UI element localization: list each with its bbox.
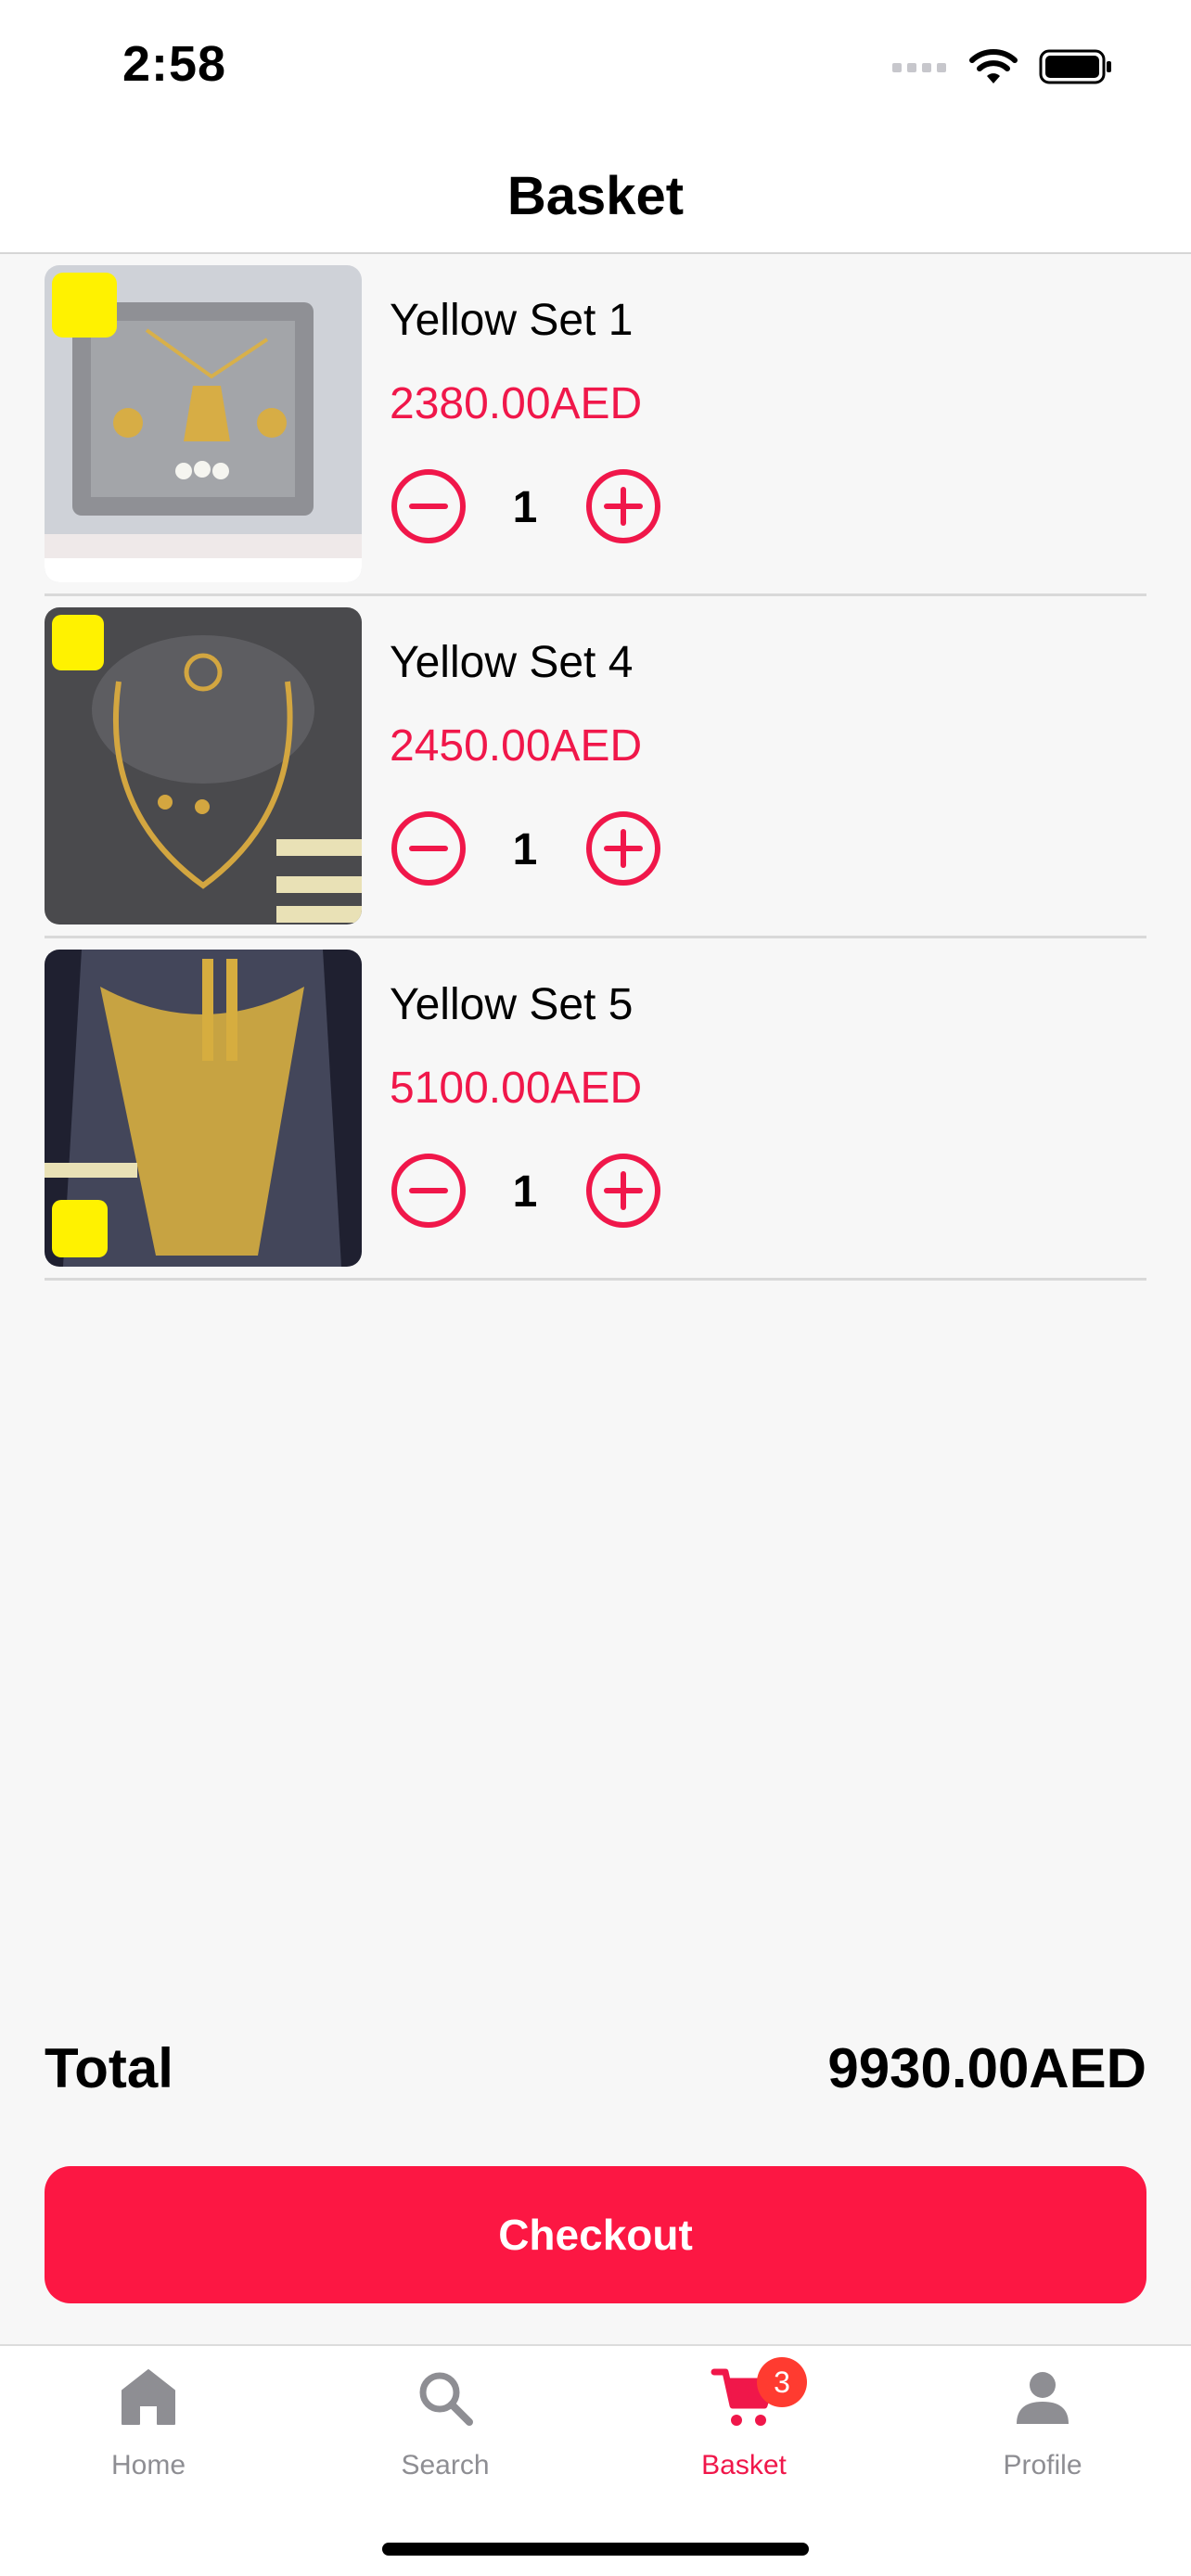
- tab-label: Home: [110, 2450, 186, 2480]
- home-icon: [122, 2369, 175, 2425]
- tab-label: Basket: [701, 2450, 787, 2480]
- checkout-button[interactable]: Checkout: [45, 2166, 1146, 2303]
- tab-search[interactable]: Search: [352, 2365, 538, 2504]
- product-image[interactable]: [45, 265, 362, 582]
- total-value: 9930.00AED: [827, 2036, 1146, 2099]
- item-name: Yellow Set 1: [390, 296, 634, 345]
- status-bar: 2:58: [0, 0, 1191, 139]
- status-time: 2:58: [122, 36, 227, 92]
- status-icons: [892, 46, 1113, 87]
- product-image[interactable]: [45, 607, 362, 925]
- minus-circle-icon[interactable]: [390, 1152, 467, 1230]
- item-price: 2450.00AED: [390, 721, 643, 771]
- total-row: Total 9930.00AED: [45, 2031, 1146, 2105]
- page-title: Basket: [506, 165, 685, 226]
- quantity-value: 1: [512, 483, 538, 532]
- minus-circle-icon[interactable]: [390, 467, 467, 545]
- item-price: 2380.00AED: [390, 379, 643, 428]
- basket-list: Yellow Set 1 2380.00AED 1 Yellow Set 4 2…: [45, 254, 1146, 1281]
- cart-icon-wrap: 3: [711, 2357, 807, 2431]
- item-name: Yellow Set 5: [390, 980, 634, 1029]
- total-label: Total: [45, 2036, 173, 2099]
- minus-circle-icon[interactable]: [390, 810, 467, 887]
- nav-header: Basket: [0, 139, 1191, 254]
- wifi-icon: [969, 49, 1018, 83]
- plus-circle-icon[interactable]: [584, 1152, 662, 1230]
- plus-circle-icon[interactable]: [584, 810, 662, 887]
- tab-bar: Home Search 3 Basket Profile: [0, 2344, 1191, 2576]
- tab-label: Profile: [1003, 2450, 1082, 2480]
- signal-icon: [892, 63, 946, 72]
- item-name: Yellow Set 4: [390, 638, 634, 687]
- product-image[interactable]: [45, 950, 362, 1267]
- basket-item: Yellow Set 4 2450.00AED 1: [45, 596, 1146, 938]
- quantity-value: 1: [512, 1167, 538, 1217]
- person-icon: [1017, 2372, 1069, 2424]
- tab-label: Search: [401, 2450, 490, 2480]
- tab-basket[interactable]: 3 Basket: [651, 2357, 837, 2504]
- basket-item: Yellow Set 1 2380.00AED 1: [45, 254, 1146, 596]
- quantity-value: 1: [512, 825, 538, 874]
- item-price: 5100.00AED: [390, 1064, 643, 1113]
- cart-badge: 3: [757, 2357, 807, 2407]
- home-indicator[interactable]: [382, 2543, 809, 2556]
- tab-home[interactable]: Home: [56, 2365, 241, 2504]
- plus-circle-icon[interactable]: [584, 467, 662, 545]
- search-icon: [419, 2372, 473, 2426]
- tab-profile[interactable]: Profile: [950, 2365, 1135, 2504]
- basket-item: Yellow Set 5 5100.00AED 1: [45, 938, 1146, 1281]
- battery-icon: [1039, 49, 1111, 84]
